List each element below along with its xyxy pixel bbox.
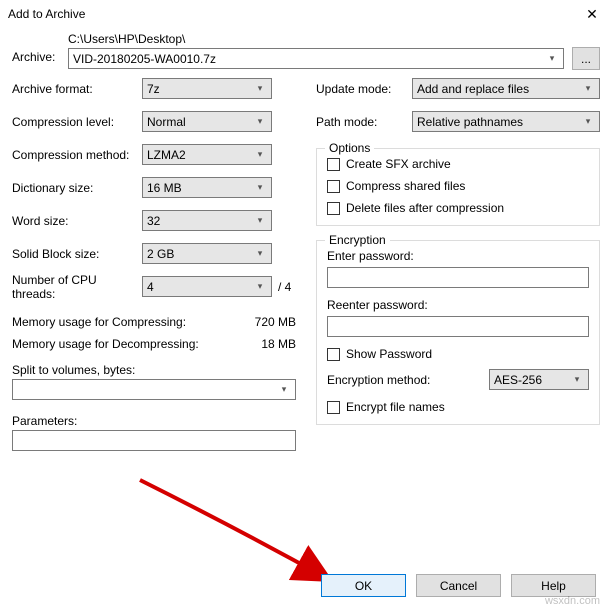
window-title: Add to Archive — [8, 7, 85, 21]
dict-combo[interactable]: 16 MB▾ — [142, 177, 272, 198]
encrypt-names-checkbox[interactable]: Encrypt file names — [327, 400, 589, 414]
options-group: Options Create SFX archive Compress shar… — [316, 148, 600, 226]
threads-combo[interactable]: 4▾ — [142, 276, 272, 297]
close-icon[interactable]: ✕ — [572, 0, 612, 28]
archive-path: C:\Users\HP\Desktop\ — [68, 32, 564, 46]
watermark: wsxdn.com — [545, 595, 600, 607]
archive-filename: VID-20180205-WA0010.7z — [73, 52, 545, 66]
enc-method-combo[interactable]: AES-256▾ — [489, 369, 589, 390]
enter-password-label: Enter password: — [327, 249, 589, 263]
chevron-down-icon: ▾ — [253, 248, 267, 259]
memc-value: 720 MB — [255, 315, 296, 329]
checkbox-icon — [327, 180, 340, 193]
threads-label: Number of CPU threads: — [12, 273, 142, 301]
chevron-down-icon: ▾ — [253, 215, 267, 226]
encryption-legend: Encryption — [325, 233, 390, 247]
memd-value: 18 MB — [261, 337, 296, 351]
chevron-down-icon: ▾ — [253, 149, 267, 160]
memc-label: Memory usage for Compressing: — [12, 315, 186, 329]
cancel-button[interactable]: Cancel — [416, 574, 501, 597]
method-combo[interactable]: LZMA2▾ — [142, 144, 272, 165]
ok-button[interactable]: OK — [321, 574, 406, 597]
chevron-down-icon: ▾ — [570, 374, 584, 385]
chevron-down-icon: ▾ — [253, 116, 267, 127]
block-label: Solid Block size: — [12, 247, 142, 261]
format-label: Archive format: — [12, 82, 142, 96]
dict-label: Dictionary size: — [12, 181, 142, 195]
chevron-down-icon: ▾ — [253, 182, 267, 193]
archive-label: Archive: — [12, 32, 68, 64]
update-label: Update mode: — [316, 82, 412, 96]
help-button[interactable]: Help — [511, 574, 596, 597]
pathmode-label: Path mode: — [316, 115, 412, 129]
checkbox-icon — [327, 158, 340, 171]
chevron-down-icon: ▾ — [253, 281, 267, 292]
level-label: Compression level: — [12, 115, 142, 129]
enc-method-label: Encryption method: — [327, 373, 489, 387]
params-input[interactable] — [12, 430, 296, 451]
update-combo[interactable]: Add and replace files▾ — [412, 78, 600, 99]
reenter-password-input[interactable] — [327, 316, 589, 337]
encryption-group: Encryption Enter password: Reenter passw… — [316, 240, 600, 425]
level-combo[interactable]: Normal▾ — [142, 111, 272, 132]
word-combo[interactable]: 32▾ — [142, 210, 272, 231]
chevron-down-icon: ▾ — [545, 53, 559, 64]
params-label: Parameters: — [12, 414, 296, 428]
method-label: Compression method: — [12, 148, 142, 162]
split-combo[interactable]: ▾ — [12, 379, 296, 400]
pathmode-combo[interactable]: Relative pathnames▾ — [412, 111, 600, 132]
split-label: Split to volumes, bytes: — [12, 363, 296, 377]
reenter-password-label: Reenter password: — [327, 298, 589, 312]
chevron-down-icon: ▾ — [253, 83, 267, 94]
checkbox-icon — [327, 348, 340, 361]
browse-button[interactable]: ... — [572, 47, 600, 70]
checkbox-icon — [327, 401, 340, 414]
chevron-down-icon: ▾ — [277, 384, 291, 395]
checkbox-icon — [327, 202, 340, 215]
sfx-checkbox[interactable]: Create SFX archive — [327, 157, 589, 171]
format-combo[interactable]: 7z▾ — [142, 78, 272, 99]
show-password-checkbox[interactable]: Show Password — [327, 347, 589, 361]
enter-password-input[interactable] — [327, 267, 589, 288]
threads-total: / 4 — [278, 280, 291, 294]
memd-label: Memory usage for Decompressing: — [12, 337, 199, 351]
delete-checkbox[interactable]: Delete files after compression — [327, 201, 589, 215]
chevron-down-icon: ▾ — [581, 116, 595, 127]
word-label: Word size: — [12, 214, 142, 228]
shared-checkbox[interactable]: Compress shared files — [327, 179, 589, 193]
archive-filename-combo[interactable]: VID-20180205-WA0010.7z ▾ — [68, 48, 564, 69]
chevron-down-icon: ▾ — [581, 83, 595, 94]
options-legend: Options — [325, 141, 374, 155]
block-combo[interactable]: 2 GB▾ — [142, 243, 272, 264]
